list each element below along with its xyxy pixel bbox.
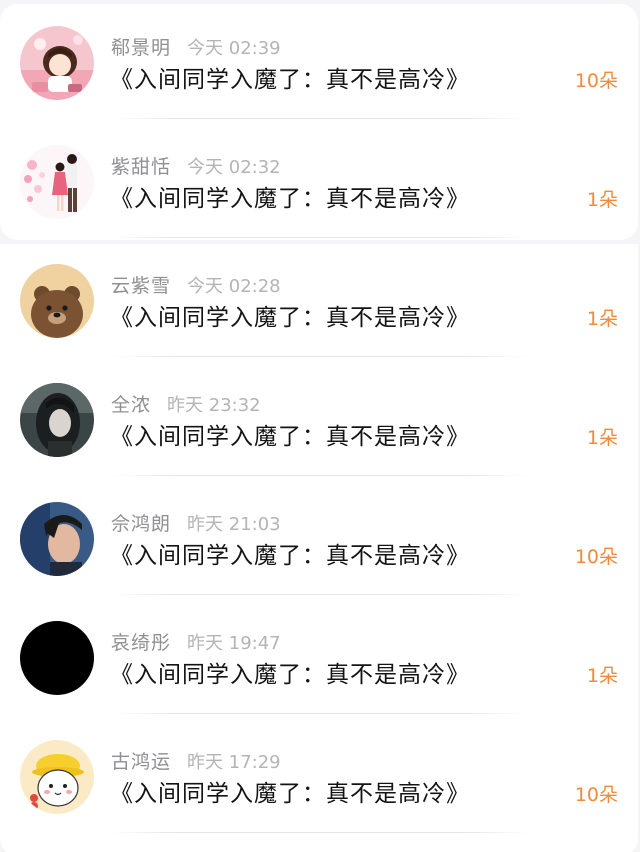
book-title[interactable]: 《入间同学入魔了：真不是高冷》 (110, 60, 470, 94)
book-title[interactable]: 《入间同学入魔了：真不是高冷》 (110, 298, 470, 332)
timestamp: 今天 02:32 (187, 157, 281, 178)
book-title[interactable]: 《入间同学入魔了：真不是高冷》 (110, 655, 470, 689)
avatar[interactable] (20, 740, 94, 814)
young-man-portrait-avatar (20, 502, 94, 576)
username[interactable]: 哀绮彤 (111, 632, 171, 654)
username[interactable]: 紫甜恬 (111, 156, 171, 178)
username[interactable]: 全浓 (111, 394, 151, 416)
timestamp: 今天 02:28 (187, 276, 281, 297)
book-title[interactable]: 《入间同学入魔了：真不是高冷》 (110, 774, 470, 808)
list-item[interactable]: 紫甜恬 今天 02:32 《入间同学入魔了：真不是高冷》 1朵 (0, 119, 640, 238)
book-title[interactable]: 《入间同学入魔了：真不是高冷》 (110, 536, 470, 570)
timestamp: 昨天 23:32 (167, 395, 261, 416)
gift-count: 10朵 (574, 546, 618, 568)
gift-count: 1朵 (586, 427, 618, 449)
couple-illustration-avatar (20, 145, 94, 219)
username[interactable]: 古鸿运 (111, 751, 171, 773)
gift-count: 1朵 (586, 665, 618, 687)
gift-count: 1朵 (586, 189, 618, 211)
list-item[interactable]: 全浓 昨天 23:32 《入间同学入魔了：真不是高冷》 1朵 (0, 357, 640, 476)
gift-record-list: 郗景明 今天 02:39 《入间同学入魔了：真不是高冷》 10朵 紫甜恬 今天 … (0, 0, 640, 852)
list-item[interactable]: 佘鸿朗 昨天 21:03 《入间同学入魔了：真不是高冷》 10朵 (0, 476, 640, 595)
username[interactable]: 佘鸿朗 (111, 513, 171, 535)
gift-count: 1朵 (586, 308, 618, 330)
list-item[interactable]: 哀绮彤 昨天 19:47 《入间同学入魔了：真不是高冷》 1朵 (0, 595, 640, 714)
anime-girl-pink-room-avatar (20, 26, 94, 100)
list-item[interactable]: 云紫雪 今天 02:28 《入间同学入魔了：真不是高冷》 1朵 (0, 238, 640, 357)
avatar[interactable] (20, 502, 94, 576)
book-title[interactable]: 《入间同学入魔了：真不是高冷》 (110, 417, 470, 451)
list-item[interactable]: 古鸿运 昨天 17:29 《入间同学入魔了：真不是高冷》 10朵 (0, 714, 640, 833)
username[interactable]: 郗景明 (111, 37, 171, 59)
avatar[interactable] (20, 621, 94, 695)
black-circle-avatar (20, 621, 94, 695)
avatar[interactable] (20, 264, 94, 338)
timestamp: 今天 02:39 (187, 38, 281, 59)
avatar[interactable] (20, 26, 94, 100)
book-title[interactable]: 《入间同学入魔了：真不是高冷》 (110, 179, 470, 213)
avatar[interactable] (20, 145, 94, 219)
timestamp: 昨天 19:47 (187, 633, 281, 654)
timestamp: 昨天 21:03 (187, 514, 281, 535)
gift-count: 10朵 (574, 70, 618, 92)
avatar[interactable] (20, 383, 94, 457)
username[interactable]: 云紫雪 (111, 275, 171, 297)
brown-bear-avatar (20, 264, 94, 338)
cartoon-cat-yellow-hat-avatar (20, 740, 94, 814)
list-item[interactable]: 郗景明 今天 02:39 《入间同学入魔了：真不是高冷》 10朵 (0, 0, 640, 119)
gift-count: 10朵 (574, 784, 618, 806)
timestamp: 昨天 17:29 (187, 752, 281, 773)
dark-haired-girl-avatar (20, 383, 94, 457)
divider (110, 832, 530, 833)
